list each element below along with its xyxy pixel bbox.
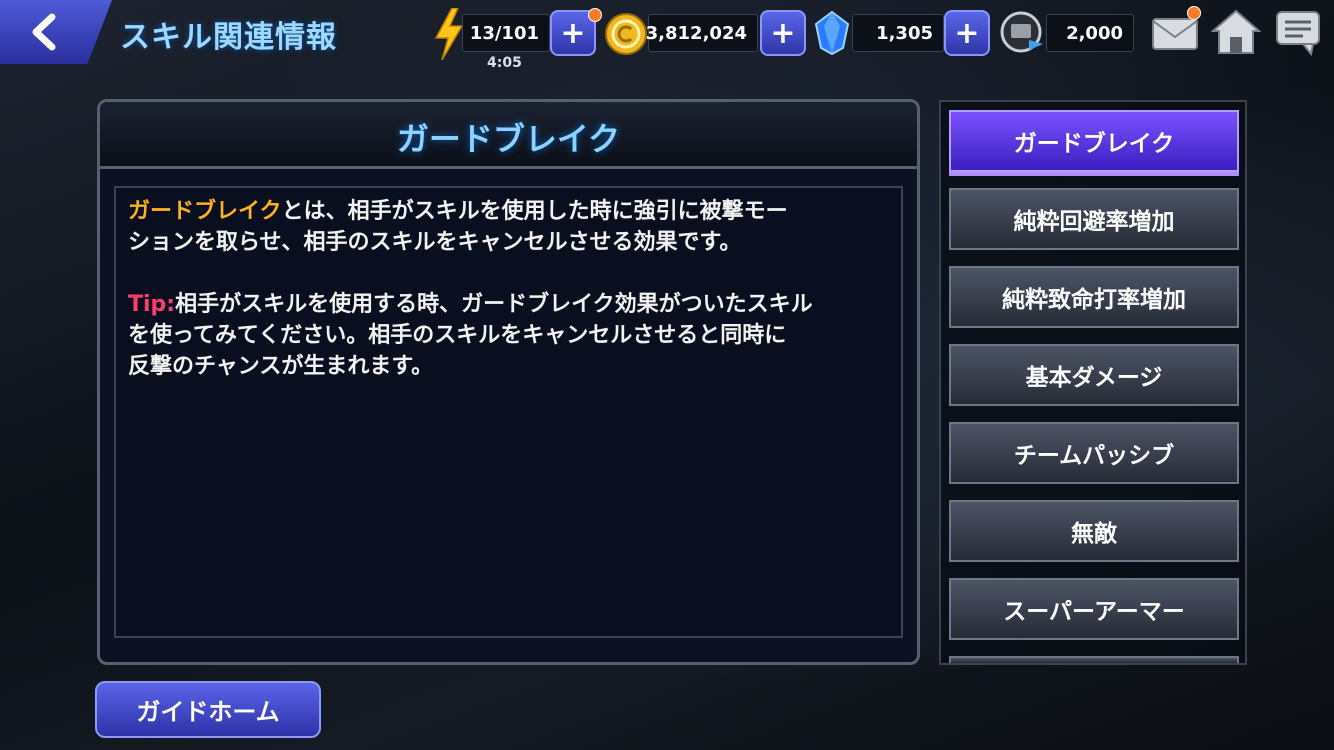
tip-label: Tip: bbox=[128, 292, 176, 317]
panel-header: ガードブレイク bbox=[100, 102, 917, 169]
panel-title: ガードブレイク bbox=[396, 120, 621, 158]
skill-description[interactable]: ガードブレイクとは、相手がスキルを使用した時に強引に被撃モー ションを取らせ、相… bbox=[114, 186, 903, 638]
home-icon[interactable] bbox=[1210, 8, 1262, 56]
add-gold-button[interactable]: + bbox=[760, 10, 806, 56]
skill-item-team-passive[interactable]: チームパッシブ bbox=[949, 422, 1239, 484]
crystal-counter: 1,305 bbox=[852, 14, 944, 52]
mail-notification-dot bbox=[1187, 6, 1201, 20]
tip-text: 相手がスキルを使用する時、ガードブレイク効果がついたスキル bbox=[175, 292, 813, 317]
lightning-icon bbox=[432, 8, 466, 60]
energy-timer: 4:05 bbox=[487, 55, 522, 71]
ticket-value: 2,000 bbox=[1066, 22, 1123, 44]
skill-item-pure-evasion[interactable]: 純粋回避率増加 bbox=[949, 188, 1239, 250]
add-crystal-button[interactable]: + bbox=[944, 10, 990, 56]
ticket-counter: 2,000 bbox=[1046, 14, 1134, 52]
gold-coin-icon bbox=[604, 12, 648, 56]
tip-line-1: Tip:相手がスキルを使用する時、ガードブレイク効果がついたスキル bbox=[128, 289, 889, 320]
tip-line-3: 反撃のチャンスが生まれます。 bbox=[128, 354, 434, 379]
skill-item-pure-critical[interactable]: 純粋致命打率増加 bbox=[949, 266, 1239, 328]
skill-item-base-damage[interactable]: 基本ダメージ bbox=[949, 344, 1239, 406]
tip-line-2: を使ってみてください。相手のスキルをキャンセルさせると同時に bbox=[128, 323, 787, 348]
description-line-2: ションを取らせ、相手のスキルをキャンセルさせる効果です。 bbox=[128, 230, 742, 255]
gold-value: 3,812,024 bbox=[645, 22, 747, 44]
energy-counter: 13/101 bbox=[462, 14, 550, 52]
ticket-icon bbox=[998, 10, 1048, 56]
skill-keyword: ガードブレイク bbox=[128, 199, 282, 224]
skill-info-panel: ガードブレイク ガードブレイクとは、相手がスキルを使用した時に強引に被撃モー シ… bbox=[97, 99, 920, 665]
notification-dot bbox=[588, 8, 602, 22]
skill-item-partial[interactable] bbox=[949, 656, 1239, 663]
skill-list[interactable]: ガードブレイク 純粋回避率増加 純粋致命打率増加 基本ダメージ チームパッシブ … bbox=[939, 100, 1247, 665]
skill-item-super-armor[interactable]: スーパーアーマー bbox=[949, 578, 1239, 640]
guide-home-button[interactable]: ガイドホーム bbox=[95, 681, 321, 738]
crystal-value: 1,305 bbox=[876, 22, 933, 44]
skill-item-invincible[interactable]: 無敵 bbox=[949, 500, 1239, 562]
top-bar: スキル関連情報 13/101 4:05 + 3,812,024 + 1,305 … bbox=[0, 0, 1334, 71]
crystal-icon bbox=[812, 10, 852, 56]
energy-value: 13/101 bbox=[469, 22, 539, 44]
back-button[interactable] bbox=[0, 0, 112, 64]
description-line-1: ガードブレイクとは、相手がスキルを使用した時に強引に被撃モー bbox=[128, 196, 889, 227]
page-title: スキル関連情報 bbox=[120, 20, 337, 55]
description-text: とは、相手がスキルを使用した時に強引に被撃モー bbox=[281, 199, 788, 224]
gold-counter: 3,812,024 bbox=[645, 14, 758, 52]
chat-icon[interactable] bbox=[1272, 10, 1324, 56]
back-arrow-icon bbox=[32, 13, 56, 51]
skill-item-guard-break[interactable]: ガードブレイク bbox=[949, 110, 1239, 172]
